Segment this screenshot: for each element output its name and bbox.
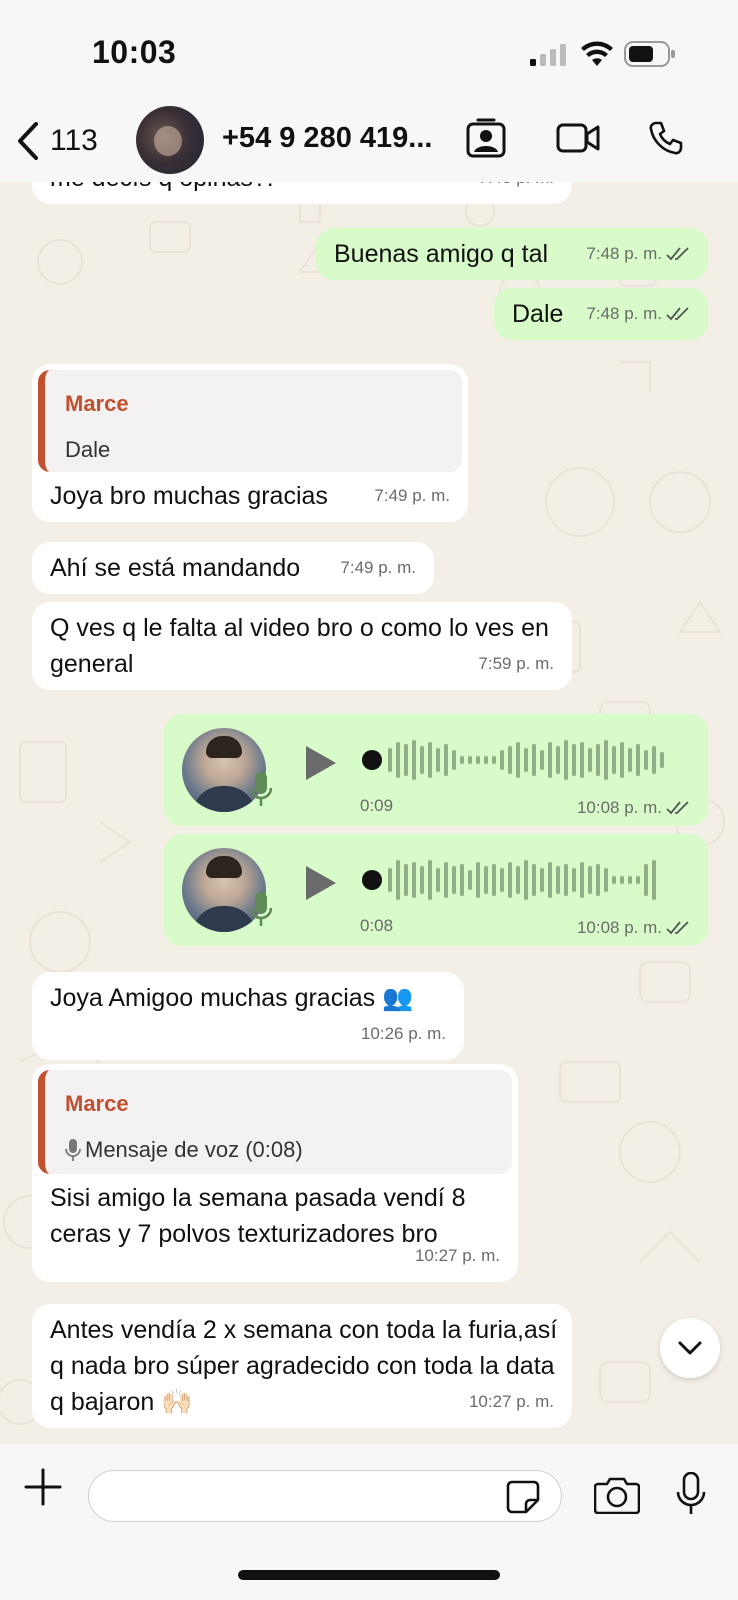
- contact-card-icon[interactable]: [466, 118, 506, 158]
- home-indicator[interactable]: [238, 1570, 500, 1580]
- voice-message[interactable]: 0:08 10:08 p. m.: [164, 834, 708, 946]
- message-time: 7:48 p. m.: [586, 304, 662, 323]
- chevron-down-icon: [678, 1341, 702, 1355]
- voice-duration: 0:09: [360, 796, 394, 815]
- message-meta: 7:48 p. m.: [586, 296, 690, 332]
- microphone-icon: [250, 772, 272, 806]
- message-meta: 7:49 p. m.: [374, 478, 450, 514]
- quoted-message[interactable]: Marce Dale: [38, 370, 462, 472]
- phone-call-icon[interactable]: [648, 120, 684, 156]
- message-text: Joya bro muchas gracias: [50, 482, 328, 510]
- message-time: 10:26 p. m.: [360, 1024, 446, 1043]
- message-meta: 7:49 p. m.: [340, 550, 416, 586]
- voice-duration: 0:08: [360, 916, 394, 935]
- quote-author: Marce: [65, 391, 129, 416]
- message-bubble-incoming[interactable]: Joya Amigoo muchas gracias 👥 10:26 p. m.: [32, 972, 464, 1060]
- message-meta: 10:27 p. m.: [469, 1384, 554, 1420]
- read-ticks-icon: [666, 247, 689, 261]
- read-ticks-icon: [666, 921, 689, 935]
- video-call-icon[interactable]: [556, 122, 600, 154]
- message-bubble-incoming[interactable]: me decís q opinás?! 7:48 p. m.: [32, 182, 572, 204]
- quoted-message[interactable]: Marce Mensaje de voz (0:08): [38, 1070, 512, 1174]
- message-meta: 10:08 p. m.: [577, 918, 690, 938]
- message-bubble-incoming[interactable]: Marce Mensaje de voz (0:08) Sisi amigo l…: [32, 1064, 518, 1282]
- status-time: 10:03: [92, 34, 177, 70]
- waveform[interactable]: [362, 738, 672, 782]
- message-bubble-outgoing[interactable]: Buenas amigo q tal 7:48 p. m.: [316, 228, 708, 280]
- scroll-down-button[interactable]: [660, 1318, 720, 1378]
- message-text: Joya Amigoo muchas gracias 👥: [50, 984, 414, 1012]
- message-time: 7:49 p. m.: [340, 558, 416, 577]
- message-bubble-incoming[interactable]: Antes vendía 2 x semana con toda la furi…: [32, 1304, 572, 1428]
- message-meta: 10:08 p. m.: [577, 798, 690, 818]
- input-bar: [0, 1444, 738, 1600]
- play-icon[interactable]: [304, 864, 338, 902]
- message-bubble-incoming[interactable]: Ahí se está mandando 7:49 p. m.: [32, 542, 434, 594]
- signal-icon: [530, 44, 566, 66]
- message-time: 7:49 p. m.: [374, 486, 450, 505]
- camera-icon[interactable]: [594, 1476, 640, 1514]
- waveform[interactable]: [362, 858, 672, 902]
- contact-name[interactable]: +54 9 280 419...: [222, 122, 432, 155]
- quote-text: Mensaje de voz (0:08): [65, 1132, 492, 1168]
- quote-text-label: Mensaje de voz (0:08): [85, 1137, 303, 1162]
- voice-message[interactable]: 0:09 10:08 p. m.: [164, 714, 708, 826]
- quote-text-label: Dale: [65, 437, 111, 462]
- message-text: Buenas amigo q tal: [334, 240, 549, 268]
- message-text: Dale: [512, 300, 564, 328]
- battery-icon: [624, 41, 675, 67]
- message-meta: 7:48 p. m.: [478, 182, 554, 196]
- chat-header: 113 +54 9 280 419...: [0, 100, 738, 182]
- message-text: me decís q opinás?!: [50, 182, 274, 196]
- back-button[interactable]: 113: [14, 116, 98, 166]
- chevron-left-icon: [18, 122, 38, 160]
- microphone-icon[interactable]: [676, 1472, 706, 1516]
- contact-avatar[interactable]: [136, 106, 204, 174]
- message-bubble-outgoing[interactable]: Dale 7:48 p. m.: [494, 288, 708, 340]
- message-input[interactable]: [88, 1470, 562, 1522]
- message-time: 10:08 p. m.: [576, 798, 662, 817]
- quote-text: Dale: [65, 432, 442, 468]
- message-bubble-incoming[interactable]: Marce Dale Joya bro muchas gracias 7:49 …: [32, 364, 468, 522]
- message-time: 7:48 p. m.: [586, 244, 662, 263]
- read-ticks-icon: [666, 801, 689, 815]
- microphone-icon: [65, 1139, 81, 1161]
- chat-area[interactable]: me decís q opinás?! 7:48 p. m. Buenas am…: [0, 182, 738, 1444]
- status-bar: 10:03: [0, 0, 738, 100]
- plus-icon[interactable]: [24, 1468, 62, 1506]
- message-time: 10:27 p. m.: [414, 1246, 500, 1265]
- quote-author: Marce: [65, 1091, 129, 1116]
- sticker-icon[interactable]: [506, 1480, 540, 1514]
- message-bubble-incoming[interactable]: Q ves q le falta al video bro o como lo …: [32, 602, 572, 690]
- message-meta: 7:48 p. m.: [586, 236, 690, 272]
- play-icon[interactable]: [304, 744, 338, 782]
- message-time: 10:27 p. m.: [468, 1392, 554, 1411]
- unread-count: 113: [50, 124, 98, 157]
- message-meta: 7:59 p. m.: [478, 646, 554, 682]
- message-meta: 10:26 p. m.: [361, 1016, 446, 1052]
- message-time: 7:59 p. m.: [478, 654, 554, 673]
- wifi-icon: [581, 41, 613, 66]
- message-text: Ahí se está mandando: [50, 554, 301, 582]
- message-meta: 10:27 p. m.: [415, 1238, 500, 1274]
- message-time: 7:48 p. m.: [478, 182, 554, 196]
- read-ticks-icon: [666, 307, 689, 321]
- message-time: 10:08 p. m.: [576, 918, 662, 937]
- microphone-icon: [250, 892, 272, 926]
